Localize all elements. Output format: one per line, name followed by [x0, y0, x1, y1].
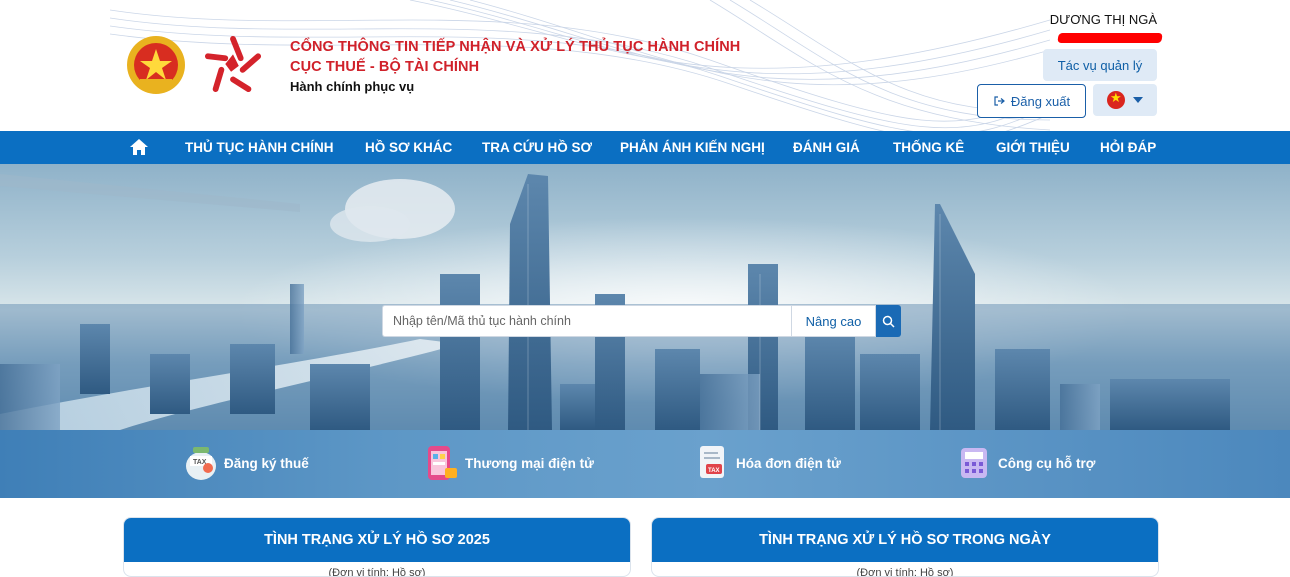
shortcut-cong-cu-ho-tro[interactable]: Công cụ hỗ trợ — [958, 443, 1095, 483]
vietnam-flag-icon — [1107, 90, 1125, 109]
panel-unit-note: (Đơn vị tính: Hồ sơ) — [328, 567, 426, 577]
logout-label: Đăng xuất — [1010, 93, 1071, 109]
admin-tasks-button[interactable]: Tác vụ quản lý — [1043, 49, 1157, 81]
tax-department-logo — [204, 35, 262, 93]
nav-item-thu-tuc-hanh-chinh[interactable]: THỦ TỤC HÀNH CHÍNH — [185, 131, 334, 164]
svg-text:TAX: TAX — [708, 468, 720, 474]
shortcut-bar: TAX Đăng ký thuế Thương mại điện tử TAX … — [0, 430, 1290, 498]
calculator-icon — [961, 448, 987, 478]
shortcut-hoa-don-dien-tu[interactable]: TAX Hóa đơn điện tử — [696, 443, 841, 483]
site-title-block: CỔNG THÔNG TIN TIẾP NHẬN VÀ XỬ LÝ THỦ TỤ… — [290, 37, 740, 96]
shortcut-dang-ky-thue[interactable]: TAX Đăng ký thuế — [184, 443, 309, 483]
shortcut-label: Thương mại điện tử — [465, 455, 594, 471]
ecommerce-phone-icon — [428, 446, 457, 480]
site-title-line-2: CỤC THUẾ - BỘ TÀI CHÍNH — [290, 59, 480, 75]
nav-item-tra-cuu-ho-so[interactable]: TRA CỨU HỒ SƠ — [482, 131, 592, 164]
shortcut-label: Hóa đơn điện tử — [736, 455, 841, 471]
logout-icon — [994, 96, 1005, 106]
panel-unit-note: (Đơn vị tính: Hồ sơ) — [856, 567, 954, 577]
nav-item-gioi-thieu[interactable]: GIỚI THIỆU — [996, 131, 1070, 164]
panel-title: TÌNH TRẠNG XỬ LÝ HỒ SƠ TRONG NGÀY — [652, 518, 1158, 562]
shortcut-label: Công cụ hỗ trợ — [998, 455, 1096, 471]
home-icon[interactable] — [129, 138, 149, 156]
tax-jar-icon: TAX — [186, 447, 216, 480]
advanced-search-button[interactable]: Nâng cao — [791, 305, 876, 337]
search-input[interactable] — [382, 305, 791, 337]
nav-item-phan-anh-kien-nghi[interactable]: PHẢN ÁNH KIẾN NGHỊ — [620, 131, 765, 164]
chevron-down-icon — [1133, 97, 1143, 103]
main-navigation: THỦ TỤC HÀNH CHÍNH HỒ SƠ KHÁC TRA CỨU HỒ… — [0, 131, 1290, 164]
site-header: CỔNG THÔNG TIN TIẾP NHẬN VÀ XỬ LÝ THỦ TỤ… — [0, 0, 1290, 131]
nav-item-thong-ke[interactable]: THỐNG KÊ — [893, 131, 964, 164]
logout-button[interactable]: Đăng xuất — [977, 84, 1086, 118]
user-name: DƯƠNG THỊ NGÀ — [1049, 12, 1157, 27]
site-slogan: Hành chính phục vụ — [290, 79, 415, 94]
language-selector[interactable] — [1093, 84, 1157, 116]
shortcut-thuong-mai-dien-tu[interactable]: Thương mại điện tử — [425, 443, 594, 483]
tax-invoice-icon: TAX — [700, 446, 724, 478]
search-button[interactable] — [876, 305, 901, 337]
nav-item-danh-gia[interactable]: ĐÁNH GIÁ — [793, 131, 860, 164]
statistics-section: TÌNH TRẠNG XỬ LÝ HỒ SƠ 2025 (Đơn vị tính… — [0, 498, 1290, 577]
redaction-mark — [1057, 33, 1163, 43]
search-bar: Nâng cao — [382, 305, 901, 337]
search-icon — [882, 315, 895, 328]
shortcut-label: Đăng ký thuế — [224, 455, 309, 471]
panel-yearly-status: TÌNH TRẠNG XỬ LÝ HỒ SƠ 2025 (Đơn vị tính… — [123, 517, 631, 577]
nav-item-hoi-dap[interactable]: HỎI ĐÁP — [1100, 131, 1156, 164]
national-emblem-logo — [127, 36, 185, 94]
hero-banner — [0, 164, 1290, 430]
city-skyline-image — [0, 164, 1290, 430]
panel-daily-status: TÌNH TRẠNG XỬ LÝ HỒ SƠ TRONG NGÀY (Đơn v… — [651, 517, 1159, 577]
panel-title: TÌNH TRẠNG XỬ LÝ HỒ SƠ 2025 — [124, 518, 630, 562]
nav-item-ho-so-khac[interactable]: HỒ SƠ KHÁC — [365, 131, 452, 164]
site-title-line-1: CỔNG THÔNG TIN TIẾP NHẬN VÀ XỬ LÝ THỦ TỤ… — [290, 39, 741, 55]
